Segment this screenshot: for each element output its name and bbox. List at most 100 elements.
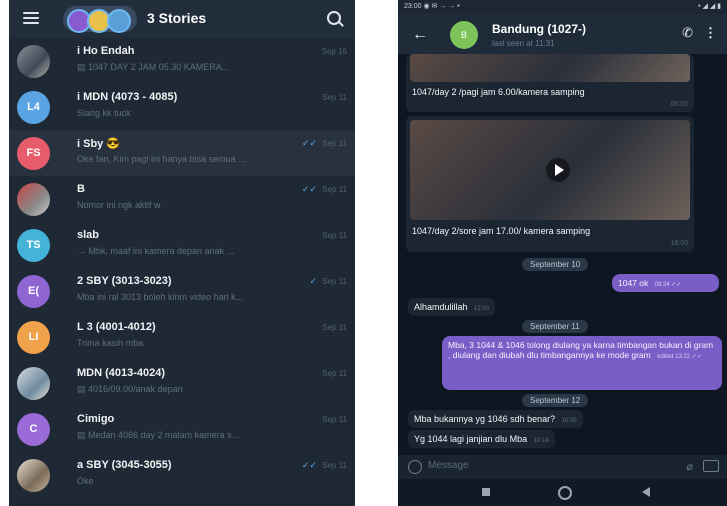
chat-name: 2 SBY (3013-3023) [77, 275, 172, 287]
avatar: LI [17, 321, 50, 354]
message-text: Alhamdulillah [414, 302, 468, 312]
read-check-icon: ✓ [309, 276, 317, 286]
stories-button[interactable] [63, 6, 137, 33]
chat-name: a SBY (3045-3055) [77, 459, 172, 471]
chat-name: L 3 (4001-4012) [77, 321, 156, 333]
chat-row[interactable]: L4 i MDN (4073 - 4085) Sep 11 Siang kk t… [9, 84, 355, 130]
incoming-message: Mba bukannya yg 1046 sdh benar? 10:00 [408, 410, 583, 428]
nav-back-icon[interactable] [642, 487, 650, 497]
date-separator: September 10 [522, 258, 589, 271]
chat-preview: → Mbk, maaf ini kamera depan anak ... [77, 246, 235, 256]
message-text: Mba bukannya yg 1046 sdh benar? [414, 414, 556, 424]
chat-preview: Oke [77, 476, 94, 486]
chat-preview: Siang kk tuck [77, 108, 131, 118]
emoji-icon[interactable] [408, 460, 422, 474]
chat-time: Sep 11 [322, 139, 347, 148]
message-time: 08:55 [670, 101, 688, 108]
status-left: 23:00 ◉ ✉ → → • [404, 3, 460, 10]
date-separator: September 11 [522, 320, 588, 333]
chat-row[interactable]: MDN (4013-4024) Sep 11 ▤ 4016/09.00/anak… [9, 360, 355, 406]
read-check-icon: ✓✓ [301, 138, 317, 148]
media-message[interactable]: 1047/day 2 /pagi jam 6.00/kamera samping… [406, 54, 694, 112]
call-icon[interactable]: ✆ [682, 25, 693, 41]
chat-time: Sep 11 [322, 277, 347, 286]
message-input[interactable]: Message [428, 460, 469, 471]
message-time: 10:14 [533, 438, 549, 444]
chat-row[interactable]: i Ho Endah Sep 16 ▤ 1047 DAY 2 JAM 05.30… [9, 38, 355, 84]
message-time: 12:00 [474, 306, 490, 312]
avatar: FS [17, 137, 50, 170]
story-avatar [107, 9, 131, 33]
chat-row[interactable]: FS i Sby 😎 ✓✓ Sep 11 Oke fan, Kim pagi i… [9, 130, 355, 176]
incoming-message: Yg 1044 lagi janjian dlu Mba 10:14 [408, 430, 555, 448]
message-time: 18:03 [670, 240, 688, 247]
read-check-icon: ✓✓ [301, 460, 317, 470]
chat-time: Sep 11 [322, 323, 347, 332]
read-check-icon: ✓✓ [301, 184, 317, 194]
avatar: TS [17, 229, 50, 262]
media-message[interactable]: 1047/day 2/sore jam 17.00/ kamera sampin… [406, 116, 694, 252]
system-nav-bar [398, 479, 727, 506]
chat-row[interactable]: a SBY (3045-3055) ✓✓ Sep 11 Oke [9, 452, 355, 498]
video-thumbnail[interactable] [410, 54, 690, 82]
chat-row[interactable]: TS slab Sep 11 → Mbk, maaf ini kamera de… [9, 222, 355, 268]
chat-time: Sep 11 [322, 461, 347, 470]
chat-preview: Oke fan, Kim pagi ini hanya bisa semua .… [77, 154, 246, 164]
chat-name: i Sby 😎 [77, 138, 121, 150]
message-text: 1047 ok [618, 278, 649, 288]
stories-label: 3 Stories [147, 10, 207, 26]
outgoing-message: Mba, 3 1044 & 1046 tolong diulang ya kar… [442, 336, 722, 390]
home-icon[interactable] [558, 486, 572, 500]
avatar: C [17, 413, 50, 446]
message-time: 09:24 ✓✓ [654, 282, 682, 288]
chat-time: Sep 11 [322, 369, 347, 378]
back-arrow-icon[interactable]: ← [412, 26, 428, 44]
chat-name: i MDN (4073 - 4085) [77, 91, 178, 103]
avatar: E( [17, 275, 50, 308]
chat-subtitle: last seen at 11:31 [492, 39, 555, 48]
message-time: edited 13:22 ✓✓ [657, 354, 702, 360]
chat-time: Sep 11 [322, 231, 347, 240]
search-icon[interactable] [327, 11, 341, 25]
chat-preview: ▤ 1047 DAY 2 JAM 05.30 KAMERA... [77, 62, 230, 72]
message-time: 10:00 [561, 418, 577, 424]
message-text: Yg 1044 lagi janjian dlu Mba [414, 434, 528, 444]
chat-row[interactable]: E( 2 SBY (3013-3023) ✓ Sep 11 Mba ini ra… [9, 268, 355, 314]
chat-row[interactable]: LI L 3 (4001-4012) Sep 11 Trima kasih mb… [9, 314, 355, 360]
chat-preview: ▤ 4016/09.00/anak depan [77, 384, 183, 394]
chat-preview: ▤ Medan 4066 day 2 malam kamera s... [77, 430, 240, 440]
chat-preview: Trima kasih mba [77, 338, 144, 348]
chat-screen: 23:00 ◉ ✉ → → • • ◢ ◢ ▮ ← B Bandung (102… [398, 0, 727, 506]
message-caption: 1047/day 2 /pagi jam 6.00/kamera samping [412, 87, 585, 97]
date-separator: September 12 [522, 394, 589, 407]
chat-list-screen: 3 Stories i Ho Endah Sep 16 ▤ 1047 DAY 2… [9, 0, 355, 506]
chat-name: MDN (4013-4024) [77, 367, 166, 379]
attach-icon[interactable]: ⌀ [686, 460, 693, 473]
chat-time: Sep 11 [322, 415, 347, 424]
camera-icon[interactable] [703, 460, 719, 472]
recent-apps-icon[interactable] [482, 488, 490, 496]
outgoing-message: 1047 ok 09:24 ✓✓ [612, 274, 719, 292]
chat-title[interactable]: Bandung (1027-) [492, 22, 586, 36]
avatar [17, 459, 50, 492]
chat-name: B [77, 183, 85, 195]
chat-name: Cimigo [77, 413, 115, 425]
status-right: • ◢ ◢ ▮ [698, 3, 721, 10]
chat-avatar[interactable]: B [450, 21, 478, 49]
chat-row[interactable]: C Cimigo Sep 11 ▤ Medan 4066 day 2 malam… [9, 406, 355, 452]
chat-name: slab [77, 229, 100, 241]
more-options-icon[interactable]: ⋮ [704, 25, 717, 41]
chat-name: i Ho Endah [77, 45, 135, 57]
chat-header: ← B Bandung (1027-) last seen at 11:31 ✆… [398, 14, 727, 54]
avatar [17, 367, 50, 400]
chat-time: Sep 11 [322, 93, 347, 102]
chat-row[interactable]: B ✓✓ Sep 11 Nomor ini ngk aktif w [9, 176, 355, 222]
menu-icon[interactable] [23, 12, 39, 24]
play-icon[interactable] [546, 158, 570, 182]
message-input-bar: Message ⌀ [398, 455, 727, 479]
chat-time: Sep 16 [321, 47, 347, 56]
chat-time: Sep 11 [322, 185, 347, 194]
chat-list-header: 3 Stories [9, 0, 355, 38]
avatar [17, 45, 50, 78]
chat-preview: Mba ini ral 3013 boleh kirim video hari … [77, 292, 244, 302]
